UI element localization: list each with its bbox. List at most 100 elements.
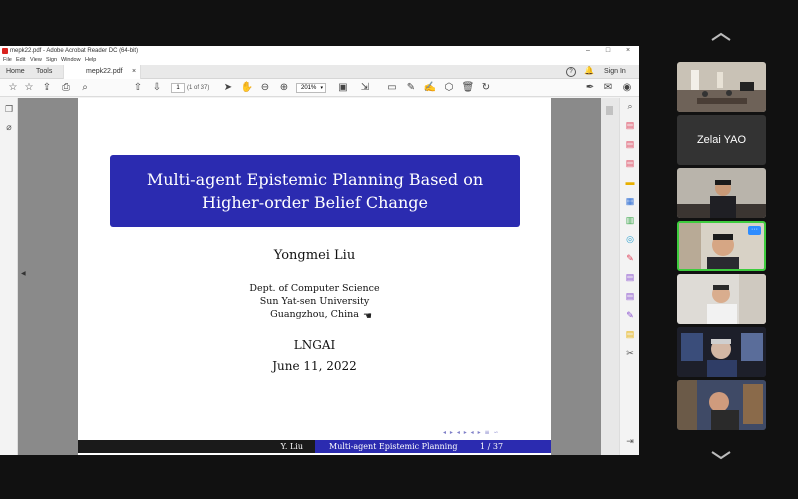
upload-icon[interactable]: ⇪ <box>40 81 54 95</box>
highlight-pen-icon[interactable]: ✎ <box>404 81 418 95</box>
page-number-input[interactable]: 1 <box>171 83 185 93</box>
menu-file[interactable]: File <box>3 57 12 64</box>
trash-icon[interactable]: 🗑 <box>461 81 475 95</box>
print-icon[interactable]: ⎙ <box>59 81 73 95</box>
participant-tile-active-speaker[interactable]: ··· <box>677 221 766 271</box>
scroll-up-icon[interactable] <box>710 32 732 42</box>
participant-name <box>677 327 766 377</box>
combine-files-icon[interactable]: ▦ <box>624 195 636 207</box>
page-thumbnails-icon[interactable]: ❐ <box>4 104 14 116</box>
account-icon[interactable]: ◉ <box>620 81 634 95</box>
previous-page-icon[interactable]: ⇧ <box>131 81 145 95</box>
export-pdf-icon[interactable]: ▤ <box>624 119 636 131</box>
window-title: mepk22.pdf - Adobe Acrobat Reader DC (64… <box>10 48 139 54</box>
slide-title-line-2: Higher-order Belief Change <box>202 193 428 212</box>
slide-date: June 11, 2022 <box>272 359 357 373</box>
scan-icon[interactable]: ◎ <box>624 233 636 245</box>
toolbar: ☆ ☆ ⇪ ⎙ ⌕ ⇧ ⇩ 1 (1 of 37) ➤ ✋ ⊖ ⊕ 201% ▾ … <box>0 79 639 97</box>
sign-in-button[interactable]: Sign In <box>604 65 626 79</box>
tab-document[interactable]: mepk22.pdf × <box>63 65 141 79</box>
slide-title-line-1: Multi-agent Epistemic Planning Based on <box>146 170 484 189</box>
tab-home[interactable]: Home <box>6 65 25 79</box>
rotate-icon[interactable]: ↻ <box>479 81 493 95</box>
sign-pen-icon[interactable]: ✒ <box>583 81 597 95</box>
slide-page: Multi-agent Epistemic Planning Based on … <box>78 98 551 455</box>
select-cursor-icon[interactable]: ➤ <box>221 81 235 95</box>
menu-help[interactable]: Help <box>85 57 96 64</box>
participant-name <box>679 223 764 269</box>
slide-event: LNGAI <box>293 338 336 352</box>
vertical-scrollbar[interactable] <box>601 98 619 455</box>
right-tools-rail: ⌕ ▤ ▤ ▤ ▬ ▦ ▥ ◎ ✎ ▤ ▤ ✎ ▤ ✂ ⇥ <box>619 98 639 455</box>
next-page-icon[interactable]: ⇩ <box>150 81 164 95</box>
search-icon[interactable]: ⌕ <box>624 100 636 112</box>
page-count: (1 of 37) <box>187 85 210 91</box>
more-tools-icon[interactable]: ✂ <box>624 347 636 359</box>
footer-title-bar: Multi-agent Epistemic Planning 1 / 37 <box>315 440 551 453</box>
maximize-button[interactable]: □ <box>599 46 617 56</box>
bookmark-icon[interactable]: ☆ <box>22 81 36 95</box>
participant-name <box>677 168 766 218</box>
scroll-down-icon[interactable] <box>710 450 732 460</box>
tab-bar: Home Tools mepk22.pdf × ? 🔔 Sign In <box>0 65 639 79</box>
scroll-mode-icon[interactable]: ⇲ <box>358 81 372 95</box>
footer-title: Multi-agent Epistemic Planning <box>329 442 458 451</box>
participant-name <box>677 380 766 430</box>
prepare-form-icon[interactable]: ✎ <box>624 309 636 321</box>
notification-bell-icon[interactable]: 🔔 <box>584 66 594 75</box>
participant-tile[interactable]: Zelai YAO <box>677 115 766 165</box>
participant-tile[interactable] <box>677 274 766 324</box>
search-icon[interactable]: ⌕ <box>78 81 92 95</box>
menu-view[interactable]: View <box>30 57 42 64</box>
footer-author: Y. Liu <box>78 440 315 453</box>
affiliation-line: Dept. of Computer Science <box>249 283 380 294</box>
acrobat-app-icon <box>2 48 8 54</box>
slide-author: Yongmei Liu <box>273 248 356 263</box>
attachments-icon[interactable]: ⌀ <box>4 122 14 134</box>
affiliation-line: Guangzhou, China <box>270 309 359 320</box>
zoom-value: 201% <box>301 85 317 91</box>
draw-icon[interactable]: ✍ <box>423 81 437 95</box>
tab-tools[interactable]: Tools <box>36 65 52 79</box>
create-pdf-icon[interactable]: ▤ <box>624 138 636 150</box>
affiliation-line: Sun Yat-sen University <box>259 296 370 307</box>
collapse-tools-icon[interactable]: ⇥ <box>624 435 636 447</box>
hand-tool-icon[interactable]: ✋ <box>240 81 254 95</box>
zoom-out-icon[interactable]: ⊖ <box>258 81 272 95</box>
participant-tile[interactable] <box>677 168 766 218</box>
tab-document-label: mepk22.pdf <box>86 68 123 75</box>
left-panel-rail: ❐ ⌀ <box>0 98 18 455</box>
mail-icon[interactable]: ✉ <box>601 81 615 95</box>
participant-name <box>677 274 766 324</box>
stamp-icon[interactable]: ⬡ <box>442 81 456 95</box>
minimize-button[interactable]: – <box>579 46 597 56</box>
slide-title-box: Multi-agent Epistemic Planning Based on … <box>110 155 520 227</box>
document-viewport[interactable]: ◀ ◀ Multi-agent Epistemic Planning Based… <box>18 98 619 455</box>
edit-pdf-icon[interactable]: ▤ <box>624 157 636 169</box>
close-tab-icon[interactable]: × <box>132 65 136 79</box>
stamp-tool-icon[interactable]: ▤ <box>624 328 636 340</box>
participant-tile[interactable] <box>677 62 766 112</box>
collapse-left-panel-icon[interactable]: ◀ <box>21 270 26 277</box>
chevron-down-icon: ▾ <box>320 85 323 91</box>
zoom-in-icon[interactable]: ⊕ <box>277 81 291 95</box>
star-icon[interactable]: ☆ <box>6 81 20 95</box>
zoom-select[interactable]: 201% ▾ <box>296 83 326 93</box>
participant-tile[interactable] <box>677 327 766 377</box>
organize-pages-icon[interactable]: ▥ <box>624 214 636 226</box>
page-view-icon[interactable]: ▣ <box>336 81 350 95</box>
menu-window[interactable]: Window <box>61 57 81 64</box>
scrollbar-thumb[interactable] <box>606 106 613 115</box>
fill-sign-icon[interactable]: ✎ <box>624 252 636 264</box>
menu-sign[interactable]: Sign <box>46 57 57 64</box>
title-bar: mepk22.pdf - Adobe Acrobat Reader DC (64… <box>0 46 639 56</box>
beamer-navigation-icons: ◂ ▸ ◂ ▸ ◂ ▸ ≡ ∽ <box>443 429 500 436</box>
help-icon[interactable]: ? <box>566 67 576 77</box>
redact-icon[interactable]: ▤ <box>624 290 636 302</box>
comment-icon[interactable]: ▭ <box>385 81 399 95</box>
protect-icon[interactable]: ▤ <box>624 271 636 283</box>
participant-tile[interactable] <box>677 380 766 430</box>
menu-edit[interactable]: Edit <box>16 57 25 64</box>
close-window-button[interactable]: × <box>619 46 637 56</box>
comment-tool-icon[interactable]: ▬ <box>624 176 636 188</box>
